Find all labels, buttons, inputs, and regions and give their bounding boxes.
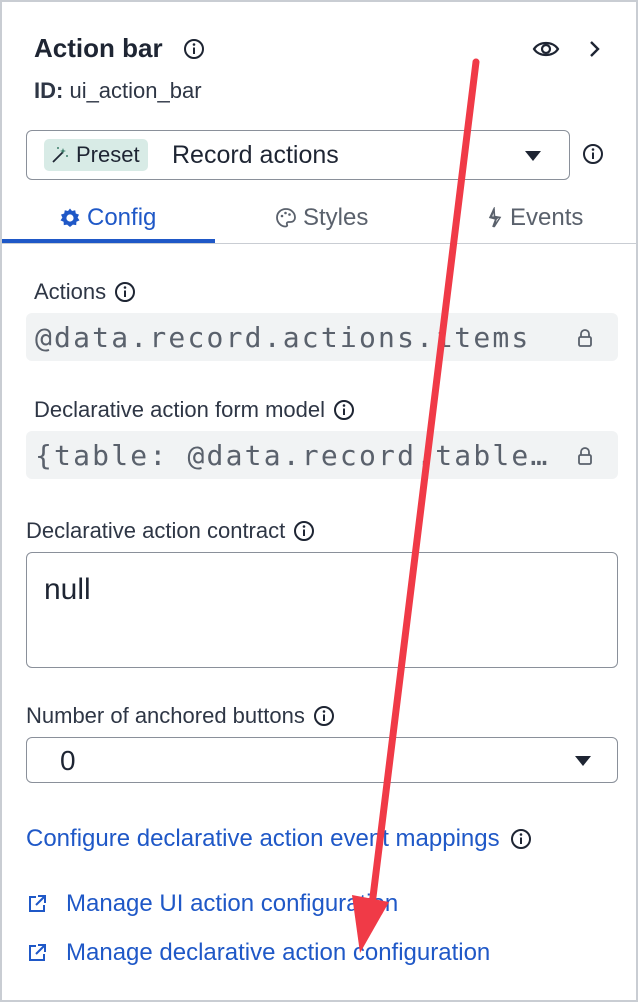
id-value: ui_action_bar [69, 78, 202, 103]
tab-bar: Config Styles Events [2, 194, 636, 244]
tab-events-label: Events [510, 204, 584, 231]
external-link-icon [29, 895, 46, 912]
contract-label: Declarative action contract [26, 518, 315, 544]
preset-info-icon[interactable] [582, 143, 604, 165]
action-bar-config-panel: Action bar ID: ui_action_bar Preset Reco… [0, 0, 638, 1002]
anchored-buttons-select[interactable]: 0 [26, 737, 618, 783]
tab-styles[interactable]: Styles [275, 204, 368, 232]
manage-ui-action-link[interactable]: Manage UI action configuration [26, 890, 398, 918]
external-link-icon [29, 944, 46, 961]
actions-info-icon[interactable] [114, 281, 136, 303]
contract-info-icon[interactable] [293, 520, 315, 542]
form-model-field: {table: @data.record.table… [26, 431, 618, 479]
eye-icon[interactable] [532, 38, 560, 60]
magic-wand-icon [52, 147, 68, 163]
actions-value: @data.record.actions.items [35, 321, 531, 354]
preset-badge: Preset [44, 139, 148, 171]
gear-icon [60, 208, 80, 227]
contract-textarea[interactable]: null [26, 552, 618, 668]
actions-field: @data.record.actions.items [26, 313, 618, 361]
component-id: ID: ui_action_bar [34, 78, 202, 104]
form-model-info-icon[interactable] [333, 399, 355, 421]
lock-icon [578, 447, 592, 465]
event-mappings-link-text[interactable]: Configure declarative action event mappi… [26, 825, 500, 853]
manage-declarative-action-text[interactable]: Manage declarative action configuration [66, 939, 490, 967]
lock-icon [578, 329, 592, 347]
form-model-value: {table: @data.record.table… [35, 439, 550, 472]
dropdown-caret-icon [525, 151, 541, 161]
form-model-label-text: Declarative action form model [34, 397, 326, 422]
preset-badge-label: Preset [76, 142, 140, 167]
form-model-label: Declarative action form model [34, 397, 355, 423]
event-mappings-info-icon[interactable] [510, 828, 532, 850]
anchored-label: Number of anchored buttons [26, 703, 335, 729]
title-info-icon[interactable] [183, 38, 205, 60]
preset-select[interactable]: Preset Record actions [26, 130, 570, 180]
actions-label: Actions [34, 279, 136, 305]
anchored-info-icon[interactable] [313, 705, 335, 727]
chevron-right-icon[interactable] [587, 38, 603, 60]
id-label: ID: [34, 78, 64, 103]
active-tab-indicator [2, 239, 215, 243]
manage-ui-action-text[interactable]: Manage UI action configuration [66, 890, 398, 918]
contract-value: null [44, 573, 91, 606]
anchored-value: 0 [60, 745, 76, 776]
manage-declarative-action-link[interactable]: Manage declarative action configuration [26, 939, 490, 967]
tab-events[interactable]: Events [486, 204, 583, 232]
panel-title: Action bar [34, 33, 163, 63]
actions-label-text: Actions [34, 279, 107, 304]
tab-config-label: Config [87, 204, 157, 231]
anchored-label-text: Number of anchored buttons [26, 703, 305, 728]
tab-config[interactable]: Config [59, 204, 156, 232]
palette-icon [276, 208, 296, 228]
contract-label-text: Declarative action contract [26, 518, 286, 543]
event-mappings-link[interactable]: Configure declarative action event mappi… [26, 825, 532, 853]
bolt-icon [488, 207, 502, 228]
dropdown-caret-icon [575, 756, 591, 766]
preset-value: Record actions [172, 141, 339, 169]
tab-styles-label: Styles [303, 204, 369, 231]
